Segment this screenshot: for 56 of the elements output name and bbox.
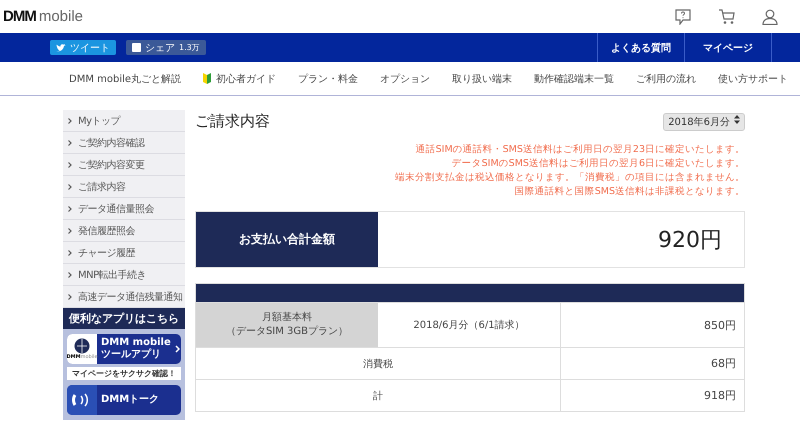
billing-note: 通話SIMの通話料・SMS送信料はご利用日の翌月23日に確定いたします。 — [414, 143, 745, 157]
app-caption: マイページをサクサク確認！ — [67, 367, 181, 380]
nav-link[interactable]: ご利用の流れ — [625, 72, 708, 86]
chevron-right-icon — [68, 118, 72, 124]
chevron-right-icon — [68, 206, 72, 212]
dmm-mobile-logo[interactable]: DMM mobile — [3, 8, 84, 25]
sidebar-item[interactable]: ご契約内容確認 — [63, 132, 185, 154]
nav-link[interactable]: 使い方サポート — [707, 72, 800, 86]
bird-icon — [56, 44, 66, 52]
billing-note: 国際通話料と国際SMS送信料は非課税となります。 — [514, 185, 745, 199]
share-button[interactable]: シェア 1.3万 — [126, 40, 206, 55]
sidebar-item[interactable]: ご請求内容 — [63, 176, 185, 198]
total-label: お支払い合計金額 — [196, 212, 378, 267]
up-down-arrows-icon — [734, 114, 740, 124]
nav-link[interactable]: 動作確認端末一覧 — [523, 72, 626, 86]
cart-icon[interactable] — [718, 8, 736, 24]
chevron-right-icon — [68, 228, 72, 234]
leaf-mark-icon — [203, 73, 212, 84]
billing-note: データSIMのSMS送信料はご利用日の翌月6日に確定いたします。 — [450, 157, 745, 171]
nav-link[interactable]: 取り扱い端末 — [441, 72, 524, 86]
nav-link[interactable]: DMM mobile丸ごと解説 — [58, 72, 192, 86]
chevron-right-icon — [68, 272, 72, 278]
app-banner[interactable]: DMMトーク — [67, 385, 181, 415]
page-title: ご請求内容 — [195, 112, 270, 131]
sidebar-item[interactable]: チャージ履歴 — [63, 242, 185, 264]
nav-link[interactable]: オプション — [369, 72, 442, 86]
chevron-right-icon — [68, 294, 72, 300]
month-select[interactable]: 2018年6月分 — [663, 112, 745, 130]
chevron-right-icon — [174, 345, 180, 353]
sidebar-item[interactable]: 発信履歴照会 — [63, 220, 185, 242]
header-link[interactable]: マイページ — [684, 33, 772, 62]
amount-cell: 68円 — [560, 348, 744, 379]
total-amount: 920円 — [657, 226, 723, 254]
sidebar-item[interactable]: Myトップ — [63, 110, 185, 132]
sidebar-item[interactable]: データ通信量照会 — [63, 198, 185, 220]
chevron-right-icon — [68, 184, 72, 190]
user-icon[interactable] — [762, 8, 778, 24]
header-link[interactable]: よくある質問 — [597, 33, 684, 62]
sidebar-item[interactable]: MNP転出手続き — [63, 264, 185, 286]
sidebar-item[interactable]: 高速データ通信残量通知 — [63, 286, 185, 308]
chevron-right-icon — [68, 140, 72, 146]
summary-label-cell-text: 消費税 — [362, 358, 394, 372]
sidebar-item[interactable]: ご契約内容変更 — [63, 154, 185, 176]
nav-link[interactable]: プラン・料金 — [287, 72, 370, 86]
amount-cell: 918円 — [560, 380, 744, 411]
chevron-right-icon — [68, 162, 72, 168]
nav-link[interactable]: 初心者ガイド — [192, 72, 288, 86]
phone-icon — [67, 385, 97, 415]
help-icon[interactable] — [674, 8, 692, 24]
billing-note: 端末分割支払金は税込価格となります。「消費税」の項目には含まれません。 — [394, 171, 745, 185]
promo-banner-title: 便利なアプリはこちら — [63, 308, 185, 329]
summary-label-cell-text: 計 — [372, 390, 384, 404]
period-cell-text: 2018/6月分（6/1請求） — [412, 318, 526, 333]
charge-name-cell: 月額基本料 （データSIM 3GBプラン） — [196, 303, 378, 347]
amount-cell: 850円 — [560, 303, 744, 347]
chevron-right-icon — [68, 250, 72, 256]
